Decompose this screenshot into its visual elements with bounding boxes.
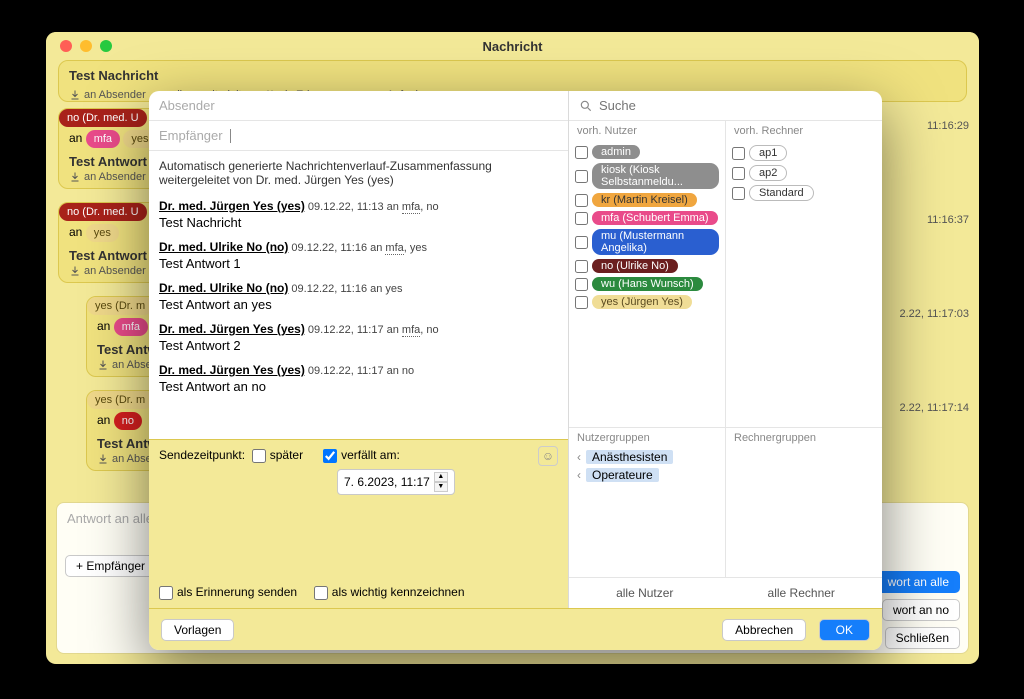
thread-author[interactable]: Dr. med. Ulrike No (no)	[159, 281, 288, 295]
thread-entry: Dr. med. Jürgen Yes (yes) 09.12.22, 11:1…	[159, 363, 558, 394]
ok-button[interactable]: OK	[819, 619, 870, 641]
host-checkbox[interactable]	[732, 187, 745, 200]
expires-checkbox[interactable]	[323, 449, 337, 463]
users-column-header: vorh. Nutzer	[569, 121, 725, 141]
later-checkbox[interactable]	[252, 449, 266, 463]
host-tag: Standard	[749, 185, 814, 201]
emoji-button[interactable]: ☺	[538, 446, 558, 466]
host-checkbox[interactable]	[732, 147, 745, 160]
host-checkbox[interactable]	[732, 167, 745, 180]
thread-entry: Dr. med. Jürgen Yes (yes) 09.12.22, 11:1…	[159, 199, 558, 230]
user-row[interactable]: kiosk (Kiosk Selbstanmeldu...	[575, 161, 719, 191]
message-thread: Automatisch generierte Nachrichtenverlau…	[149, 151, 568, 439]
host-tag: ap2	[749, 165, 787, 181]
user-checkbox[interactable]	[575, 212, 588, 225]
reply-no-button[interactable]: wort an no	[882, 599, 960, 621]
user-tag: admin	[592, 145, 640, 159]
user-groups-header: Nutzergruppen	[569, 428, 725, 448]
thread-body: Test Antwort 2	[159, 338, 558, 353]
search-icon	[579, 99, 593, 113]
minimize-window-button[interactable]	[80, 40, 92, 52]
user-checkbox[interactable]	[575, 278, 588, 291]
host-row[interactable]: ap1	[732, 143, 876, 163]
chevron-left-icon: ‹	[577, 468, 581, 482]
tb-an-absender[interactable]: an Absender	[69, 89, 146, 101]
user-tag: mfa (Schubert Emma)	[592, 211, 718, 225]
thread-author[interactable]: Dr. med. Ulrike No (no)	[159, 240, 288, 254]
search-input[interactable]	[599, 98, 872, 113]
maximize-window-button[interactable]	[100, 40, 112, 52]
reply-header-pill: no (Dr. med. U	[59, 109, 147, 127]
templates-button[interactable]: Vorlagen	[161, 619, 234, 641]
compose-modal: Absender Empfänger Automatisch generiert…	[149, 91, 882, 650]
user-tag: kr (Martin Kreisel)	[592, 193, 697, 207]
user-row[interactable]: mu (Mustermann Angelika)	[575, 227, 719, 257]
send-time-panel: ☺ Sendezeitpunkt: später verfällt am: 7.…	[149, 439, 568, 608]
stepper-down-icon: ▼	[434, 482, 448, 492]
host-groups-header: Rechnergruppen	[726, 428, 882, 448]
user-group-item[interactable]: ‹Anästhesisten	[569, 448, 725, 466]
user-checkbox[interactable]	[575, 146, 588, 159]
recipient-field[interactable]: Empfänger	[149, 121, 568, 151]
thread-body: Test Antwort an no	[159, 379, 558, 394]
thread-body: Test Antwort 1	[159, 256, 558, 271]
tag-no: no	[114, 412, 142, 430]
user-tag: kiosk (Kiosk Selbstanmeldu...	[592, 163, 719, 189]
modal-right-panel: vorh. Nutzer admin kiosk (Kiosk Selbstanm…	[569, 91, 882, 608]
close-button[interactable]: Schließen	[885, 627, 960, 649]
cancel-button[interactable]: Abbrechen	[722, 619, 806, 641]
user-checkbox[interactable]	[575, 260, 588, 273]
user-row[interactable]: no (Ulrike No)	[575, 257, 719, 275]
sender-field[interactable]: Absender	[149, 91, 568, 121]
traffic-lights	[46, 40, 112, 52]
add-recipient-button[interactable]: + Empfänger	[65, 555, 156, 577]
user-checkbox[interactable]	[575, 296, 588, 309]
window-title: Nachricht	[483, 39, 543, 54]
reminder-checkbox[interactable]	[159, 586, 173, 600]
reply-all-button[interactable]: wort an alle	[877, 571, 960, 593]
user-checkbox[interactable]	[575, 236, 588, 249]
titlebar: Nachricht	[46, 32, 979, 60]
user-row[interactable]: admin	[575, 143, 719, 161]
user-row[interactable]: mfa (Schubert Emma)	[575, 209, 719, 227]
tag-yes: yes	[86, 224, 119, 242]
user-checkbox[interactable]	[575, 170, 588, 183]
thread-body: Test Antwort an yes	[159, 297, 558, 312]
host-row[interactable]: Standard	[732, 183, 876, 203]
recipient-input[interactable]	[230, 129, 430, 143]
user-group-item[interactable]: ‹Operateure	[569, 466, 725, 484]
user-tag: yes (Jürgen Yes)	[592, 295, 692, 309]
important-checkbox[interactable]	[314, 586, 328, 600]
host-row[interactable]: ap2	[732, 163, 876, 183]
thread-author[interactable]: Dr. med. Jürgen Yes (yes)	[159, 322, 305, 336]
timestamp: 11:16:29	[927, 120, 969, 132]
date-stepper[interactable]: ▲▼	[434, 472, 448, 492]
thread-body: Test Nachricht	[159, 215, 558, 230]
thread-entry: Dr. med. Ulrike No (no) 09.12.22, 11:16 …	[159, 240, 558, 271]
main-message-title: Test Nachricht	[69, 66, 956, 85]
user-tag: no (Ulrike No)	[592, 259, 678, 273]
stepper-up-icon: ▲	[434, 472, 448, 482]
expiry-date-field[interactable]: 7. 6.2023, 11:17 ▲▼	[337, 469, 455, 495]
user-tag: wu (Hans Wunsch)	[592, 277, 703, 291]
user-tag: mu (Mustermann Angelika)	[592, 229, 719, 255]
all-hosts-button[interactable]: alle Rechner	[768, 586, 835, 600]
all-users-button[interactable]: alle Nutzer	[616, 586, 673, 600]
user-row[interactable]: yes (Jürgen Yes)	[575, 293, 719, 311]
thread-author[interactable]: Dr. med. Jürgen Yes (yes)	[159, 199, 305, 213]
thread-author[interactable]: Dr. med. Jürgen Yes (yes)	[159, 363, 305, 377]
chevron-left-icon: ‹	[577, 450, 581, 464]
tag-mfa: mfa	[86, 130, 120, 148]
host-tag: ap1	[749, 145, 787, 161]
user-checkbox[interactable]	[575, 194, 588, 207]
thread-entry: Dr. med. Jürgen Yes (yes) 09.12.22, 11:1…	[159, 322, 558, 353]
modal-footer: Vorlagen Abbrechen OK	[149, 608, 882, 650]
hosts-column-header: vorh. Rechner	[726, 121, 882, 141]
modal-left-panel: Absender Empfänger Automatisch generiert…	[149, 91, 569, 608]
user-row[interactable]: wu (Hans Wunsch)	[575, 275, 719, 293]
user-row[interactable]: kr (Martin Kreisel)	[575, 191, 719, 209]
thread-entry: Dr. med. Ulrike No (no) 09.12.22, 11:16 …	[159, 281, 558, 312]
close-window-button[interactable]	[60, 40, 72, 52]
